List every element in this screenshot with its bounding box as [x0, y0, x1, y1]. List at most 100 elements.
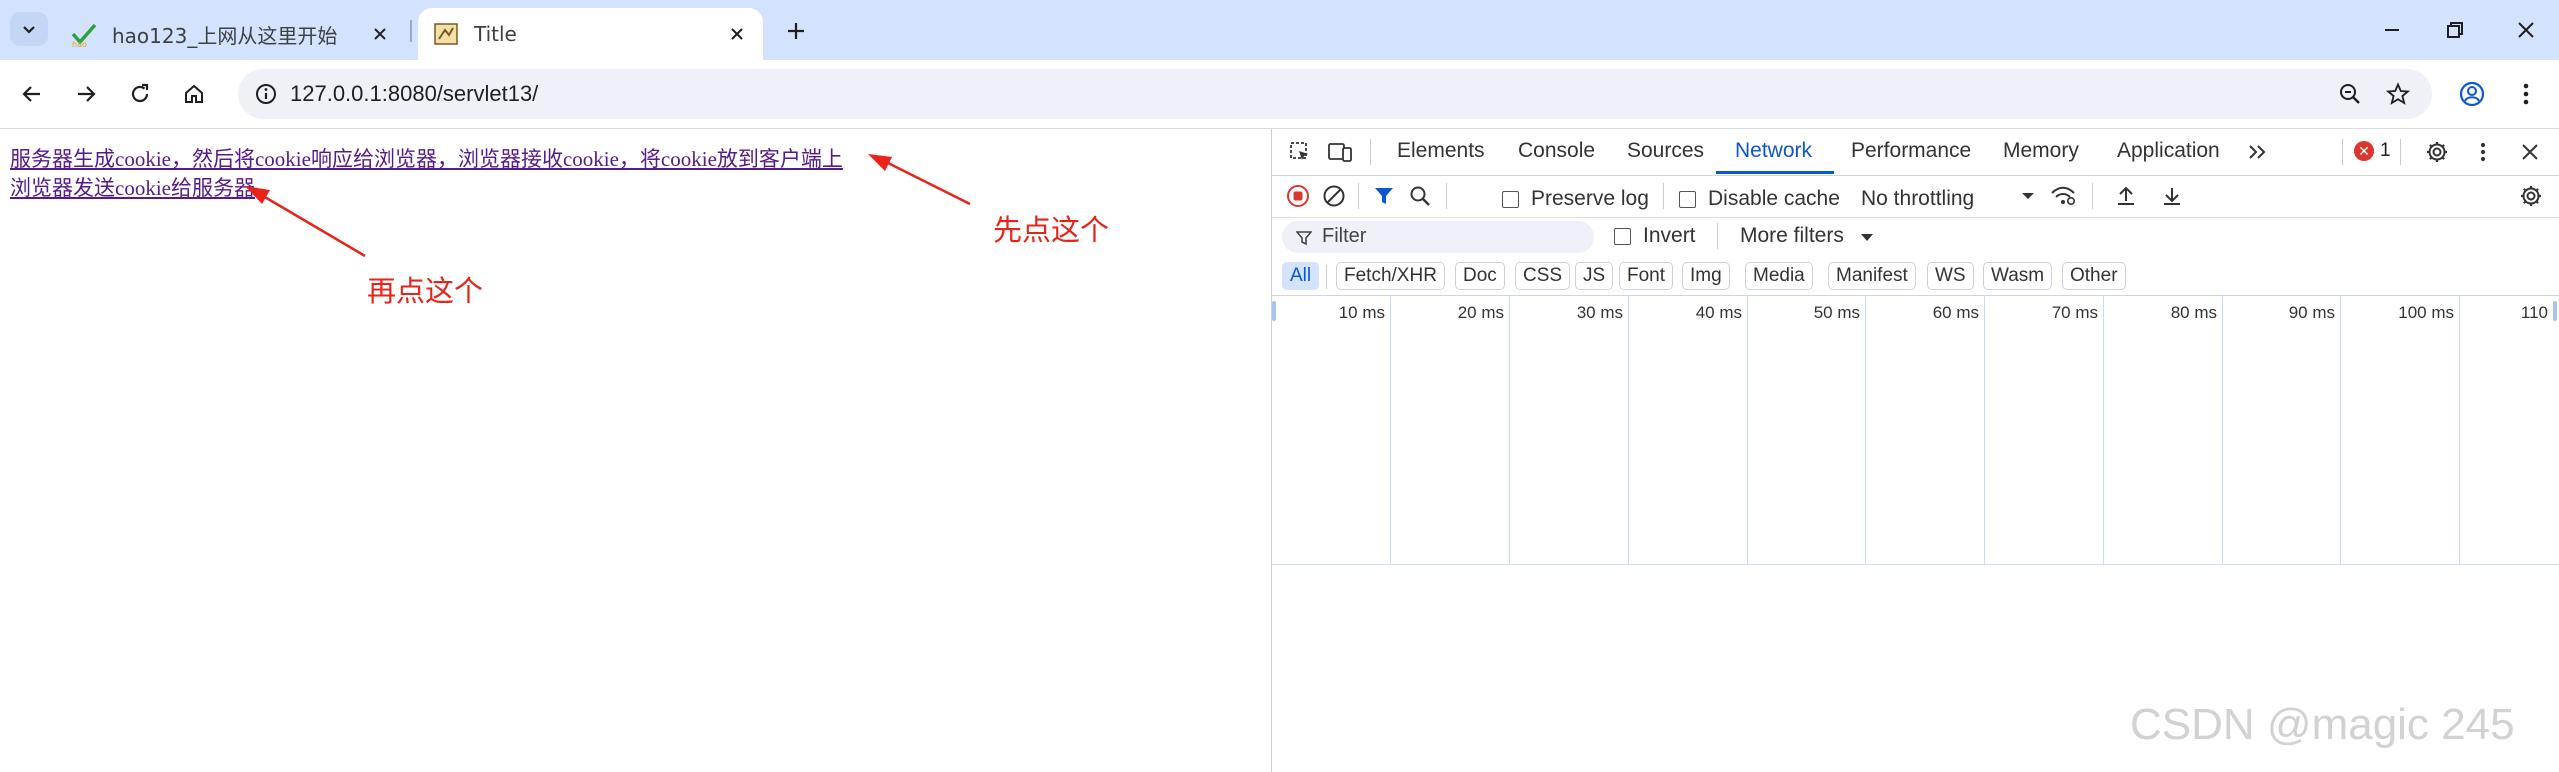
profile-icon [2459, 81, 2485, 107]
browser-toolbar: 127.0.0.1:8080/servlet13/ [0, 60, 2559, 129]
record-stop-icon[interactable] [1280, 178, 1316, 214]
filter-chip-img[interactable]: Img [1682, 262, 1730, 290]
close-tab-icon[interactable] [721, 18, 753, 50]
filter-input[interactable]: Filter [1282, 221, 1594, 253]
plus-icon [788, 23, 804, 39]
filter-funnel-icon[interactable] [1366, 178, 1402, 214]
tab-title: Title [474, 22, 517, 46]
devtools-menu-icon[interactable] [2465, 134, 2501, 170]
invert-checkbox[interactable]: Invert [1614, 224, 1696, 248]
new-tab-button[interactable] [776, 14, 816, 48]
filter-chip-doc[interactable]: Doc [1455, 262, 1505, 290]
minimize-icon [2385, 29, 2399, 31]
divider [1717, 223, 1718, 249]
import-har-icon[interactable] [2108, 178, 2144, 214]
preserve-log-checkbox[interactable]: Preserve log [1502, 187, 1649, 211]
divider [1326, 265, 1327, 289]
network-conditions-icon[interactable] [2045, 178, 2081, 214]
timeline-gridline [1628, 295, 1629, 565]
filter-chip-media[interactable]: Media [1745, 262, 1813, 290]
timeline-tick-label: 50 ms [1813, 303, 1860, 322]
filter-chip-all[interactable]: All [1282, 262, 1320, 290]
tab-console[interactable]: Console [1518, 139, 1595, 163]
arrow-head-icon [868, 154, 892, 171]
tab-title: hao123_上网从这里开始 [112, 23, 338, 48]
tab-network[interactable]: Network [1735, 139, 1812, 163]
preserve-log-label: Preserve log [1531, 187, 1649, 210]
device-toolbar-icon[interactable] [1322, 134, 1358, 170]
home-button[interactable] [172, 72, 216, 116]
address-bar[interactable]: 127.0.0.1:8080/servlet13/ [238, 69, 2432, 119]
tab-search-button[interactable] [10, 12, 48, 46]
tab-elements[interactable]: Elements [1397, 139, 1485, 163]
profile-button[interactable] [2450, 72, 2494, 116]
restore-icon [2447, 22, 2463, 38]
divider [2342, 139, 2343, 165]
minimize-button[interactable] [2362, 10, 2422, 50]
filter-chip-wasm[interactable]: Wasm [1983, 262, 2053, 290]
filter-chip-ws[interactable]: WS [1927, 262, 1974, 290]
close-tab-icon[interactable] [364, 18, 396, 50]
tab-performance[interactable]: Performance [1851, 139, 1971, 163]
filter-chip-manifest[interactable]: Manifest [1828, 262, 1916, 290]
clear-icon[interactable] [1316, 178, 1352, 214]
filter-placeholder: Filter [1322, 225, 1367, 247]
inspect-element-icon[interactable] [1282, 134, 1318, 170]
timeline-right-handle[interactable] [2553, 301, 2557, 321]
bookmark-star-icon[interactable] [2378, 74, 2418, 114]
close-devtools-icon[interactable] [2512, 134, 2548, 170]
devtools-settings-icon[interactable] [2419, 134, 2455, 170]
url-text[interactable]: 127.0.0.1:8080/servlet13/ [290, 81, 538, 107]
more-filters-dropdown-icon[interactable] [1860, 233, 1874, 243]
network-settings-icon[interactable] [2513, 178, 2549, 214]
timeline-tick-label: 90 ms [2288, 303, 2335, 322]
reload-button[interactable] [118, 72, 162, 116]
divider [1663, 183, 1664, 209]
timeline-left-handle[interactable] [1272, 301, 1276, 321]
svg-text:hao: hao [72, 40, 87, 48]
filter-chip-css[interactable]: CSS [1515, 262, 1571, 290]
tab-strip: hao hao123_上网从这里开始 Title [0, 0, 2559, 60]
devtools-tab-bar: Elements Console Sources Network Perform… [1272, 129, 2559, 176]
devtools-panel: Elements Console Sources Network Perform… [1272, 129, 2559, 772]
timeline-gridline [1390, 295, 1391, 565]
home-icon [185, 84, 203, 103]
tab-title-page[interactable]: Title [418, 8, 763, 60]
filter-chip-js[interactable]: JS [1575, 262, 1614, 290]
arrow-head-icon [245, 186, 270, 204]
more-tabs-icon[interactable] [2240, 134, 2276, 170]
arrow-to-second-link [257, 191, 366, 258]
filter-chip-font[interactable]: Font [1619, 262, 1674, 290]
network-overview-timeline[interactable]: 10 ms 20 ms 30 ms 40 ms 50 ms 60 ms 70 m… [1272, 295, 2559, 565]
disable-cache-checkbox[interactable]: Disable cache [1679, 187, 1840, 211]
annotation-second: 再点这个 [367, 274, 484, 308]
throttling-select[interactable]: No throttling [1861, 187, 1974, 211]
zoom-icon[interactable] [2330, 74, 2370, 114]
back-button[interactable] [10, 72, 54, 116]
tab-application[interactable]: Application [2117, 139, 2220, 163]
tab-memory[interactable]: Memory [2003, 139, 2079, 163]
reload-icon [131, 83, 149, 103]
export-har-icon[interactable] [2154, 178, 2190, 214]
timeline-tick-label: 30 ms [1576, 303, 1623, 322]
search-icon[interactable] [1402, 178, 1438, 214]
close-window-button[interactable] [2496, 10, 2556, 50]
browser-menu-button[interactable] [2504, 72, 2548, 116]
timeline-tick-label: 80 ms [2170, 303, 2217, 322]
error-count-badge[interactable]: ✕ 1 [2354, 140, 2391, 162]
tab-hao123[interactable]: hao hao123_上网从这里开始 [56, 8, 406, 60]
restore-button[interactable] [2425, 10, 2485, 50]
chevron-down-icon [23, 26, 35, 34]
timeline-gridline [2222, 295, 2223, 565]
site-info-icon[interactable] [246, 74, 286, 114]
divider [2092, 183, 2093, 209]
tab-sources[interactable]: Sources [1627, 139, 1704, 163]
timeline-tick-label: 70 ms [2051, 303, 2098, 322]
filter-chip-other[interactable]: Other [2062, 262, 2126, 290]
filter-chip-fetch-xhr[interactable]: Fetch/XHR [1336, 262, 1445, 290]
throttling-dropdown-icon[interactable] [2010, 178, 2046, 214]
forward-button[interactable] [64, 72, 108, 116]
timeline-gridline [1865, 295, 1866, 565]
resource-type-filters: All Fetch/XHR Doc CSS JS Font Img Media … [1272, 257, 2559, 296]
more-filters-button[interactable]: More filters [1740, 224, 1844, 248]
